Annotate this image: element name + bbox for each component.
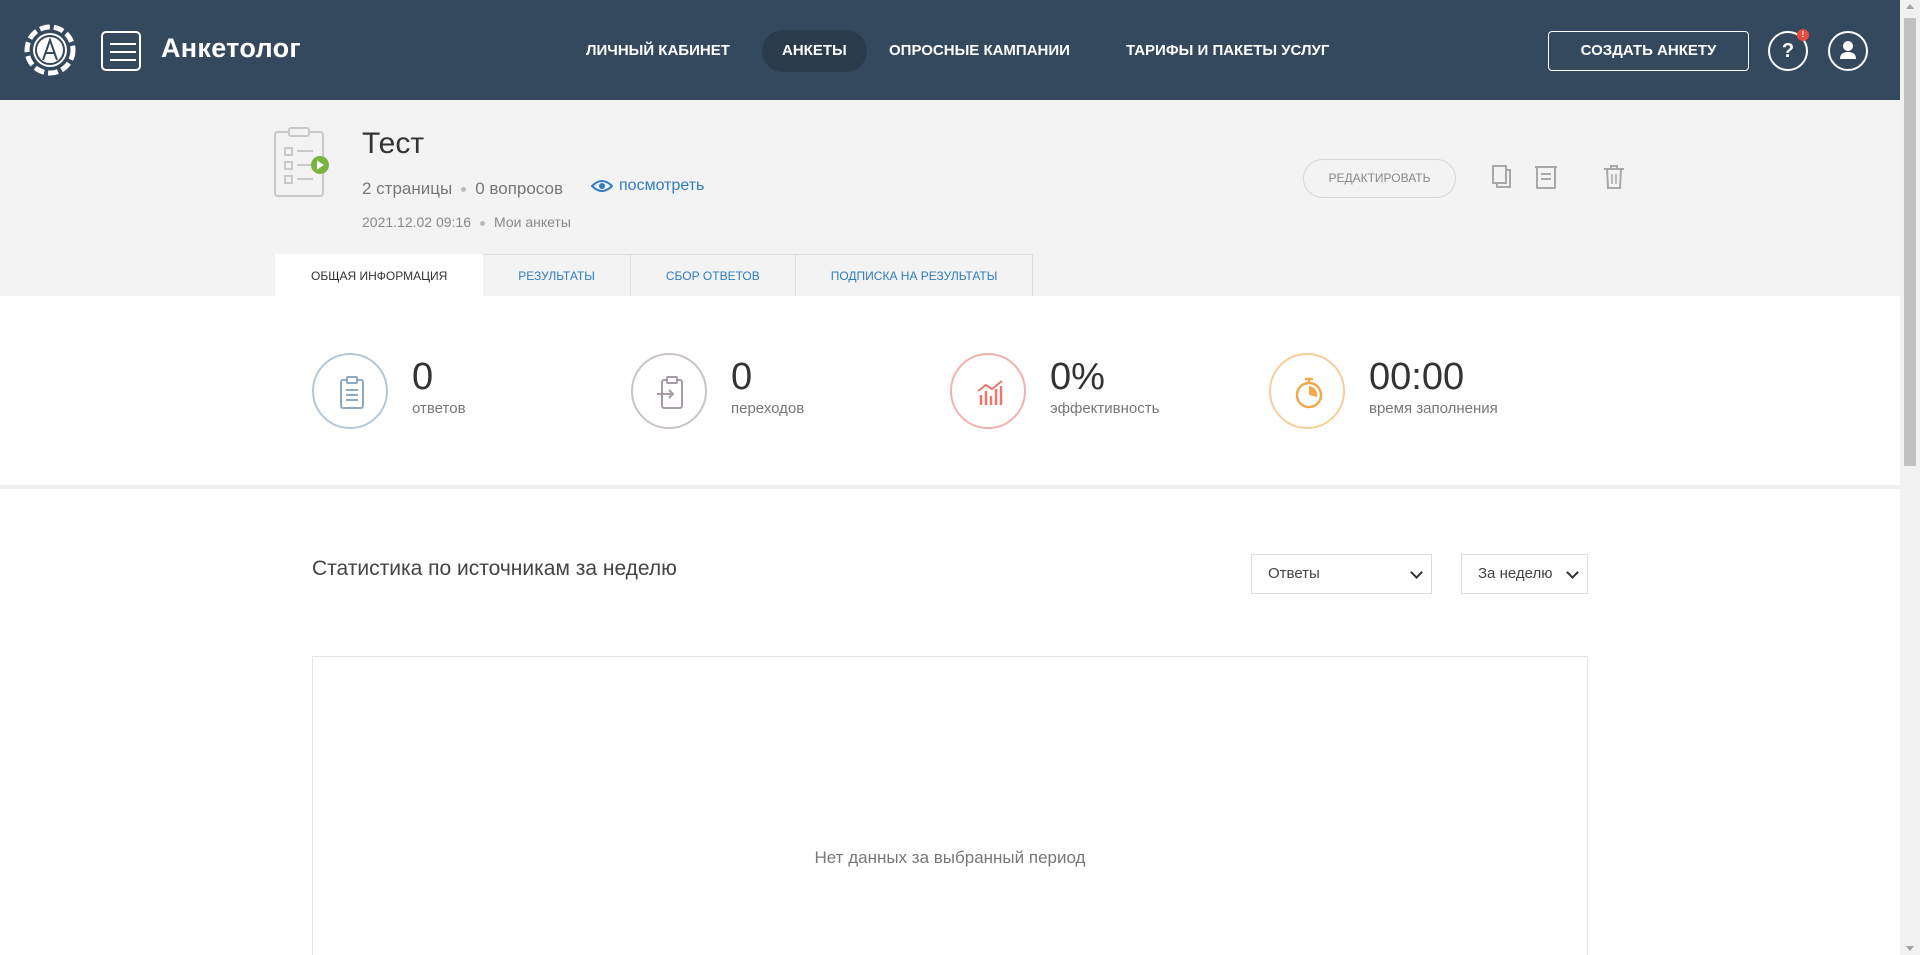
copy-icon[interactable]: [1488, 163, 1514, 191]
period-select[interactable]: За неделю: [1461, 554, 1588, 594]
brand-name[interactable]: Анкетолог: [161, 33, 301, 64]
period-select-value: За неделю: [1478, 565, 1553, 582]
menu-button[interactable]: [101, 31, 141, 71]
fill-time-value: 00:00: [1369, 356, 1465, 398]
scroll-up-arrow-icon[interactable]: [1906, 4, 1914, 9]
page-scrollbar[interactable]: [1900, 0, 1920, 955]
view-link-label: посмотреть: [619, 177, 705, 194]
pages-count: 2 страницы: [362, 179, 453, 198]
responses-value: 0: [412, 356, 434, 398]
efficiency-stat-icon: [950, 353, 1026, 429]
tab-results[interactable]: РЕЗУЛЬТАТЫ: [483, 254, 631, 296]
edit-button[interactable]: РЕДАКТИРОВАТЬ: [1303, 159, 1456, 198]
tab-results-subscription[interactable]: ПОДПИСКА НА РЕЗУЛЬТАТЫ: [795, 254, 1034, 296]
nav-personal-account[interactable]: ЛИЧНЫЙ КАБИНЕТ: [586, 30, 730, 72]
help-icon: ?: [1781, 40, 1795, 62]
nav-survey-campaigns[interactable]: ОПРОСНЫЕ КАМПАНИИ: [889, 30, 1070, 72]
responses-stat-icon: [312, 353, 388, 429]
metric-select-value: Ответы: [1268, 565, 1320, 582]
notification-badge: !: [1797, 29, 1809, 41]
responses-label: ответов: [412, 400, 466, 417]
survey-title: Тест: [362, 127, 425, 160]
user-button[interactable]: [1828, 31, 1868, 71]
chevron-down-icon: [1410, 566, 1423, 579]
clipboard-enter-icon: [657, 376, 683, 409]
stats-panel: 0 ответов 0 переходов 0% эффективность 0…: [0, 296, 1900, 486]
questions-count: 0 вопросов: [475, 179, 563, 198]
top-navbar: Анкетолог ЛИЧНЫЙ КАБИНЕТ АНКЕТЫ ОПРОСНЫЕ…: [0, 0, 1900, 100]
menu-icon: [110, 43, 136, 45]
nav-tariffs[interactable]: ТАРИФЫ И ПАКЕТЫ УСЛУГ: [1126, 30, 1329, 72]
section-divider: [0, 485, 1900, 489]
metric-select[interactable]: Ответы: [1251, 554, 1432, 594]
user-icon: [1840, 41, 1856, 59]
bar-chart-icon: [977, 380, 1003, 405]
efficiency-value: 0%: [1050, 356, 1105, 398]
scroll-down-arrow-icon[interactable]: [1906, 946, 1914, 951]
tab-general-info[interactable]: ОБЩАЯ ИНФОРМАЦИЯ: [275, 254, 484, 296]
logo-icon[interactable]: [24, 24, 76, 76]
empty-message: Нет данных за выбранный период: [814, 848, 1086, 867]
visits-label: переходов: [731, 400, 805, 417]
sources-chart: Нет данных за выбранный период: [312, 656, 1588, 955]
clipboard-icon: [340, 376, 364, 409]
survey-tabs: ОБЩАЯ ИНФОРМАЦИЯ РЕЗУЛЬТАТЫ СБОР ОТВЕТОВ…: [275, 254, 1034, 296]
tab-collect-responses[interactable]: СБОР ОТВЕТОВ: [630, 254, 796, 296]
survey-date: 2021.12.02 09:16: [362, 214, 471, 230]
stopwatch-icon: [1295, 377, 1323, 409]
archive-icon[interactable]: [1533, 163, 1559, 191]
chevron-down-icon: [1566, 566, 1579, 579]
efficiency-label: эффективность: [1050, 400, 1160, 417]
scroll-thumb[interactable]: [1904, 18, 1916, 466]
trash-icon[interactable]: [1601, 163, 1627, 191]
survey-date-folder: 2021.12.02 09:16 Мои анкеты: [362, 214, 571, 230]
create-survey-button[interactable]: СОЗДАТЬ АНКЕТУ: [1548, 31, 1749, 71]
survey-icon: [273, 126, 329, 198]
sources-title: Статистика по источникам за неделю: [312, 557, 677, 580]
fill-time-label: время заполнения: [1369, 400, 1498, 417]
help-button[interactable]: ? !: [1768, 29, 1809, 71]
view-link[interactable]: посмотреть: [590, 177, 705, 195]
visits-stat-icon: [631, 353, 707, 429]
fill-time-stat-icon: [1269, 353, 1345, 429]
nav-surveys[interactable]: АНКЕТЫ: [762, 30, 867, 72]
eye-icon: [590, 179, 614, 192]
survey-folder[interactable]: Мои анкеты: [494, 214, 571, 230]
visits-value: 0: [731, 356, 753, 398]
survey-meta: 2 страницы 0 вопросов: [362, 179, 563, 199]
